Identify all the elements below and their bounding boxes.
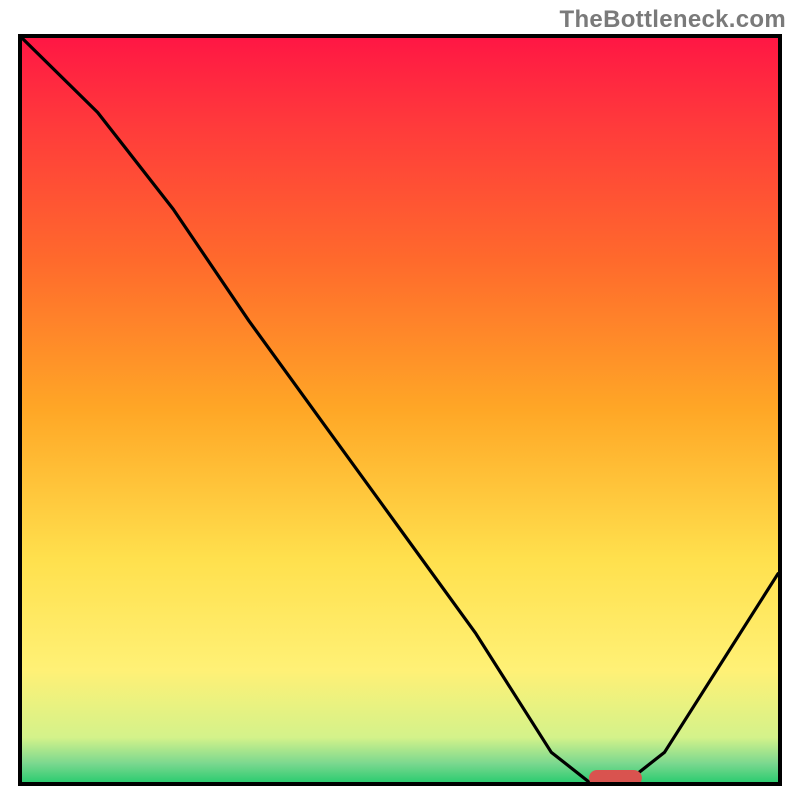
chart-frame: TheBottleneck.com (0, 0, 800, 800)
marker-pill (589, 770, 642, 782)
plot-svg (22, 38, 778, 782)
watermark-label: TheBottleneck.com (560, 6, 786, 34)
plot-area (18, 34, 782, 786)
gradient-fill (22, 38, 778, 782)
